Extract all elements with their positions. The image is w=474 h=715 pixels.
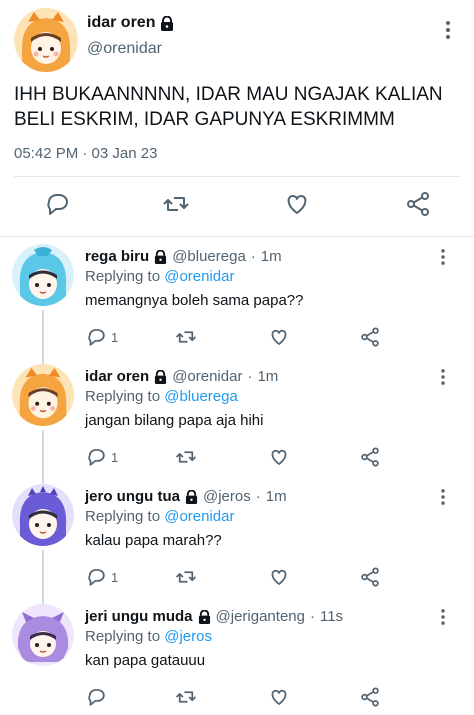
heart-icon[interactable] <box>268 566 290 588</box>
reply-header: idar oren @orenidar · 1m <box>85 368 278 385</box>
share-icon[interactable] <box>359 686 381 708</box>
more-vertical-icon[interactable] <box>436 368 450 386</box>
replying-to: Replying to @jeros <box>85 628 212 645</box>
avatar[interactable] <box>12 364 74 426</box>
author-name-text[interactable]: idar oren <box>87 14 155 32</box>
reply-time: 11s <box>319 608 344 625</box>
reply-actions: 1 <box>85 566 385 590</box>
author-handle[interactable]: @bluerega <box>172 248 246 265</box>
retweet-icon[interactable] <box>175 686 197 708</box>
heart-icon[interactable] <box>283 190 311 218</box>
reply-count: 1 <box>111 569 119 585</box>
reply-tweet[interactable]: jeri ungu muda @jeriganteng · 11s Replyi… <box>0 600 474 715</box>
separator-dot: · <box>247 368 253 385</box>
replying-prefix: Replying to <box>85 628 161 645</box>
author-name[interactable]: rega biru <box>85 248 149 265</box>
mention-link[interactable]: @bluerega <box>164 388 238 405</box>
reply-header: rega biru @bluerega · 1m <box>85 248 282 265</box>
lock-icon <box>160 15 174 31</box>
replying-to: Replying to @bluerega <box>85 388 238 405</box>
author-name[interactable]: idar oren <box>87 14 174 32</box>
reply-tweet[interactable]: jero ungu tua @jeros · 1m Replying to @o… <box>0 480 474 610</box>
share-icon[interactable] <box>404 190 432 218</box>
retweet-icon[interactable] <box>175 446 197 468</box>
retweet-icon[interactable] <box>175 566 197 588</box>
author-name[interactable]: jero ungu tua <box>85 488 180 505</box>
share-icon[interactable] <box>359 446 381 468</box>
tweet-text: IHH BUKAANNNNN, IDAR MAU NGAJAK KALIAN B… <box>14 84 443 130</box>
mention-link[interactable]: @orenidar <box>164 508 234 525</box>
reply-count: 1 <box>111 449 119 465</box>
reply-icon[interactable] <box>85 566 107 588</box>
reply-tweet[interactable]: idar oren @orenidar · 1m Replying to @bl… <box>0 360 474 490</box>
avatar[interactable] <box>12 484 74 546</box>
reply-time: 1m <box>265 488 287 505</box>
retweet-icon[interactable] <box>162 190 190 218</box>
reply-text: jangan bilang papa aja hihi <box>85 412 264 429</box>
more-vertical-icon[interactable] <box>436 608 450 626</box>
reply-tweet[interactable]: rega biru @bluerega · 1m Replying to @or… <box>0 240 474 370</box>
reply-button[interactable]: 1 <box>85 326 118 348</box>
separator-dot: · <box>309 608 315 625</box>
reply-text: kan papa gatauuu <box>85 652 206 669</box>
replying-to: Replying to @orenidar <box>85 268 234 285</box>
divider <box>0 236 474 237</box>
reply-time: 1m <box>260 248 282 265</box>
reply-header: jero ungu tua @jeros · 1m <box>85 488 287 505</box>
reply-text: kalau papa marah?? <box>85 532 222 549</box>
author-name[interactable]: idar oren <box>85 368 149 385</box>
reply-icon[interactable] <box>85 446 107 468</box>
reply-actions: 1 <box>85 446 385 470</box>
reply-button[interactable]: 1 <box>85 446 118 468</box>
share-icon[interactable] <box>359 566 381 588</box>
reply-count: 1 <box>111 329 119 345</box>
more-vertical-icon[interactable] <box>436 248 450 266</box>
lock-icon <box>198 609 211 624</box>
replying-prefix: Replying to <box>85 388 161 405</box>
share-icon[interactable] <box>359 326 381 348</box>
avatar[interactable] <box>14 8 78 72</box>
avatar[interactable] <box>12 244 74 306</box>
author-handle[interactable]: @orenidar <box>172 368 242 385</box>
reply-button[interactable]: 1 <box>85 566 118 588</box>
author-handle[interactable]: @jeriganteng <box>216 608 305 625</box>
lock-icon <box>154 369 167 384</box>
more-vertical-icon[interactable] <box>440 20 456 40</box>
reply-header: jeri ungu muda @jeriganteng · 11s <box>85 608 343 625</box>
author-name[interactable]: jeri ungu muda <box>85 608 193 625</box>
tweet-timestamp[interactable]: 05:42 PM · 03 Jan 23 <box>14 145 157 162</box>
retweet-icon[interactable] <box>175 326 197 348</box>
heart-icon[interactable] <box>268 446 290 468</box>
reply-icon[interactable] <box>43 190 71 218</box>
reply-icon[interactable] <box>85 326 107 348</box>
avatar[interactable] <box>12 604 74 666</box>
lock-icon <box>185 489 198 504</box>
author-handle[interactable]: @jeros <box>203 488 251 505</box>
divider <box>14 176 460 177</box>
replying-prefix: Replying to <box>85 268 161 285</box>
reply-time: 1m <box>257 368 279 385</box>
reply-actions <box>85 686 385 710</box>
heart-icon[interactable] <box>268 686 290 708</box>
mention-link[interactable]: @jeros <box>164 628 212 645</box>
main-tweet: idar oren @orenidar IHH BUKAANNNNN, IDAR… <box>0 0 474 238</box>
author-handle[interactable]: @orenidar <box>87 40 162 58</box>
heart-icon[interactable] <box>268 326 290 348</box>
lock-icon <box>154 249 167 264</box>
tweet-actions <box>0 190 474 222</box>
more-vertical-icon[interactable] <box>436 488 450 506</box>
replying-to: Replying to @orenidar <box>85 508 234 525</box>
replying-prefix: Replying to <box>85 508 161 525</box>
reply-actions: 1 <box>85 326 385 350</box>
separator-dot: · <box>250 248 256 265</box>
reply-text: memangnya boleh sama papa?? <box>85 292 304 309</box>
reply-icon[interactable] <box>85 686 107 708</box>
mention-link[interactable]: @orenidar <box>164 268 234 285</box>
reply-button[interactable] <box>85 686 111 708</box>
separator-dot: · <box>255 488 261 505</box>
